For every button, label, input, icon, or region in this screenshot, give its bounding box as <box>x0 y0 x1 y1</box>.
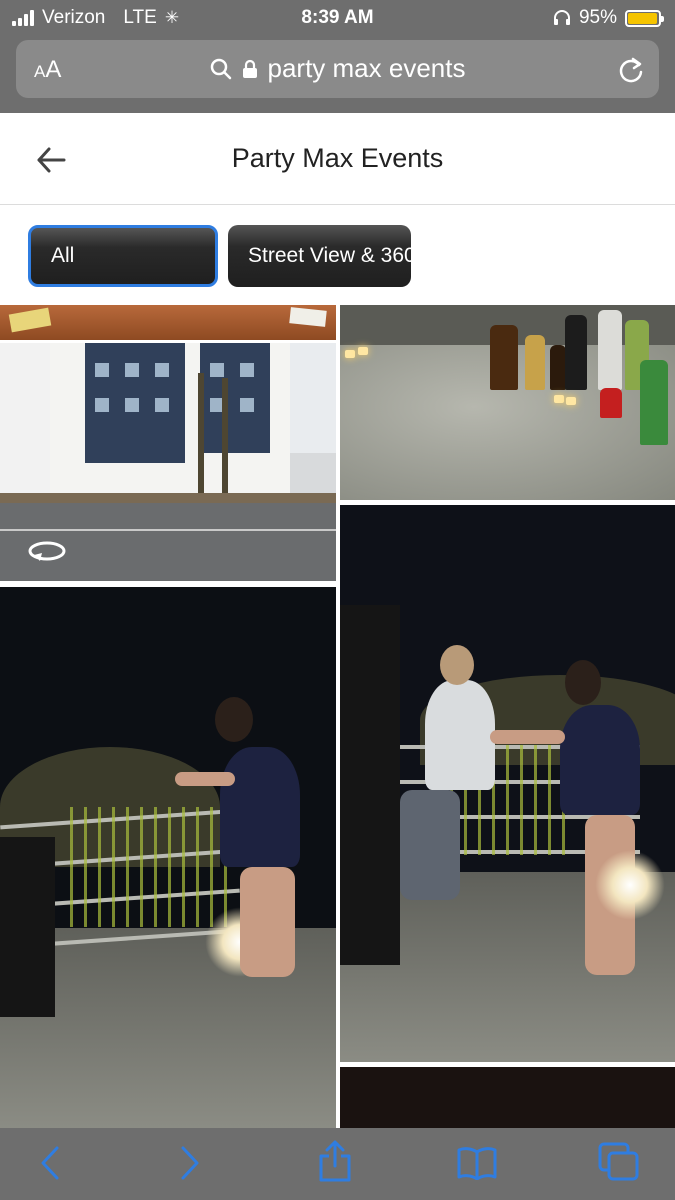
person-arm <box>175 772 235 786</box>
chip-street-view[interactable]: Street View & 360° <box>228 225 411 287</box>
photo-night-protest-left[interactable] <box>0 587 336 1128</box>
photo-grid <box>0 305 675 1128</box>
window <box>240 398 254 412</box>
bottle <box>640 360 668 445</box>
tabs-icon[interactable] <box>598 1142 640 1182</box>
person-legs <box>240 867 295 977</box>
person-head <box>440 645 474 685</box>
window <box>125 363 139 377</box>
forward-icon[interactable] <box>178 1144 202 1182</box>
lock-icon <box>242 59 257 78</box>
person-arm <box>490 730 565 744</box>
photo-dark-partial[interactable] <box>340 1067 675 1128</box>
url-bar[interactable]: AA party max events <box>16 40 659 98</box>
bottle <box>600 388 622 418</box>
palm-tree <box>198 373 204 493</box>
battery-percent: 95% <box>578 7 617 28</box>
protest-sign <box>0 837 55 1017</box>
window <box>155 363 169 377</box>
light-glare <box>595 850 665 920</box>
window <box>210 363 224 377</box>
window <box>125 398 139 412</box>
photo-street-view-building[interactable] <box>0 343 336 581</box>
bottle <box>490 325 518 390</box>
flower-garland <box>70 807 230 927</box>
person <box>560 705 640 815</box>
photo-night-protest-right[interactable] <box>340 505 675 1062</box>
battery-fill <box>628 12 657 24</box>
battery-icon <box>625 9 664 27</box>
candle <box>566 397 576 405</box>
person-head <box>565 660 601 705</box>
filter-chips: All Street View & 360° <box>0 206 675 304</box>
palm-tree <box>222 378 228 493</box>
window <box>95 363 109 377</box>
headphones-icon <box>553 10 570 25</box>
person <box>425 680 495 790</box>
chip-label: Street View & 360° <box>248 244 411 267</box>
app-header: Party Max Events <box>0 113 675 205</box>
road-line <box>0 529 336 531</box>
rotate-360-icon <box>28 541 66 561</box>
protest-sign <box>340 605 400 965</box>
back-icon[interactable] <box>38 1144 62 1182</box>
chip-all[interactable]: All <box>28 225 218 287</box>
person <box>220 747 300 867</box>
bottle <box>525 335 545 390</box>
bottle <box>598 310 622 390</box>
candle <box>345 350 355 358</box>
debris-paper <box>289 307 327 327</box>
person-legs <box>400 790 460 900</box>
bottle <box>565 315 587 390</box>
reload-icon[interactable] <box>617 54 645 84</box>
page-title: Party Max Events <box>231 143 444 173</box>
person-head <box>215 697 253 742</box>
building <box>0 343 50 493</box>
photo-bar-bottles[interactable] <box>340 305 675 500</box>
window <box>95 398 109 412</box>
candle <box>358 347 368 355</box>
status-right: 95% <box>553 7 664 29</box>
share-icon[interactable] <box>317 1140 353 1182</box>
url-text: party max events <box>267 53 466 83</box>
bottle <box>550 345 566 390</box>
debris-paper <box>8 307 52 333</box>
browser-toolbar <box>0 1128 675 1200</box>
window <box>155 398 169 412</box>
browser-chrome: Verizon LTE ✳ 8:39 AM 95% AA party max e… <box>0 0 675 113</box>
status-bar: Verizon LTE ✳ 8:39 AM 95% <box>0 0 675 36</box>
sidewalk <box>0 493 336 503</box>
candle <box>554 395 564 403</box>
search-icon <box>210 58 231 79</box>
chip-label: All <box>51 244 75 267</box>
address-field[interactable]: party max events <box>16 53 659 84</box>
window <box>240 363 254 377</box>
photo-floor-debris[interactable] <box>0 305 336 340</box>
bookmarks-icon[interactable] <box>457 1146 497 1180</box>
